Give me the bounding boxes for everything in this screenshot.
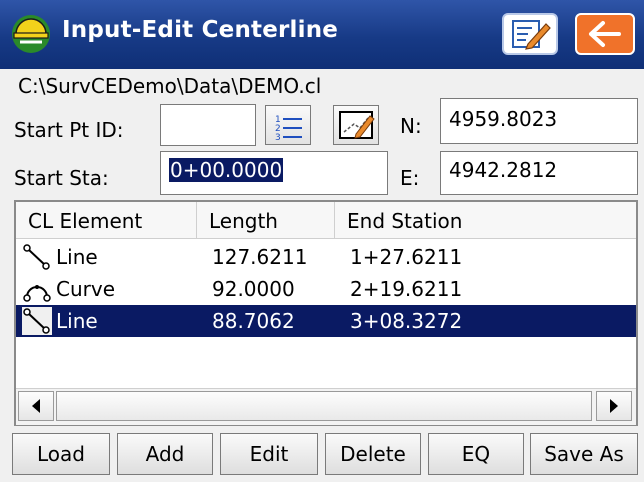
table-row[interactable]: Curve 92.0000 2+19.6211 bbox=[16, 273, 636, 305]
line-element-icon bbox=[22, 307, 52, 335]
curve-element-icon bbox=[23, 285, 51, 302]
cl-element-cell: Line bbox=[56, 309, 98, 333]
cl-element-cell: Line bbox=[56, 245, 98, 269]
start-sta-label: Start Sta: bbox=[14, 166, 109, 190]
table-row[interactable]: Line 127.6211 1+27.6211 bbox=[16, 241, 636, 273]
length-cell: 88.7062 bbox=[212, 309, 295, 333]
end-station-cell: 3+08.3272 bbox=[350, 309, 463, 333]
easting-field[interactable]: 4942.2812 bbox=[440, 151, 638, 195]
start-station-field[interactable]: 0+00.0000 bbox=[160, 151, 388, 195]
point-list-button[interactable]: 1 2 3 bbox=[265, 105, 311, 145]
add-button[interactable]: Add bbox=[117, 433, 213, 475]
column-header-length[interactable]: Length bbox=[197, 202, 335, 238]
line-element-icon bbox=[23, 244, 50, 270]
table-row-selected[interactable]: Line 88.7062 3+08.3272 bbox=[16, 305, 636, 337]
e-label: E: bbox=[400, 166, 420, 190]
app-helmet-icon bbox=[12, 15, 50, 53]
start-station-value: 0+00.0000 bbox=[169, 158, 284, 182]
file-path: C:\SurvCEDemo\Data\DEMO.cl bbox=[18, 74, 322, 98]
scroll-left-icon bbox=[32, 399, 40, 413]
edit-button[interactable]: Edit bbox=[220, 433, 318, 475]
end-station-cell: 2+19.6211 bbox=[350, 277, 463, 301]
map-pick-button[interactable] bbox=[333, 105, 379, 145]
svg-text:3: 3 bbox=[275, 133, 281, 143]
title-bar: Input-Edit Centerline bbox=[0, 0, 644, 69]
length-cell: 92.0000 bbox=[212, 277, 295, 301]
horizontal-scrollbar[interactable] bbox=[16, 388, 636, 425]
delete-button[interactable]: Delete bbox=[325, 433, 421, 475]
edit-note-icon bbox=[512, 20, 551, 50]
end-station-cell: 1+27.6211 bbox=[350, 245, 463, 269]
northing-field[interactable]: 4959.8023 bbox=[440, 98, 638, 144]
column-header-end-station[interactable]: End Station bbox=[335, 202, 636, 238]
back-button[interactable] bbox=[575, 13, 635, 55]
load-button[interactable]: Load bbox=[12, 433, 110, 475]
start-pt-id-label: Start Pt ID: bbox=[14, 118, 124, 142]
edit-note-button[interactable] bbox=[502, 13, 558, 55]
centerline-element-list[interactable]: CL Element Length End Station Line 127.6… bbox=[14, 200, 638, 426]
back-arrow-icon bbox=[589, 21, 621, 47]
start-pt-id-field[interactable] bbox=[160, 104, 256, 146]
length-cell: 127.6211 bbox=[212, 245, 308, 269]
scrollbar-thumb[interactable] bbox=[56, 391, 592, 421]
n-label: N: bbox=[400, 114, 422, 138]
window-title: Input-Edit Centerline bbox=[62, 17, 339, 43]
scroll-right-button[interactable] bbox=[596, 391, 632, 421]
eq-button[interactable]: EQ bbox=[428, 433, 524, 475]
scroll-left-button[interactable] bbox=[18, 391, 54, 421]
cl-element-cell: Curve bbox=[56, 277, 116, 301]
column-header-cl-element[interactable]: CL Element bbox=[16, 202, 197, 238]
map-pick-icon bbox=[339, 111, 375, 139]
list-header: CL Element Length End Station bbox=[16, 202, 636, 239]
save-as-button[interactable]: Save As bbox=[530, 433, 638, 475]
scroll-right-icon bbox=[610, 399, 618, 413]
list-icon: 1 2 3 bbox=[275, 115, 302, 143]
